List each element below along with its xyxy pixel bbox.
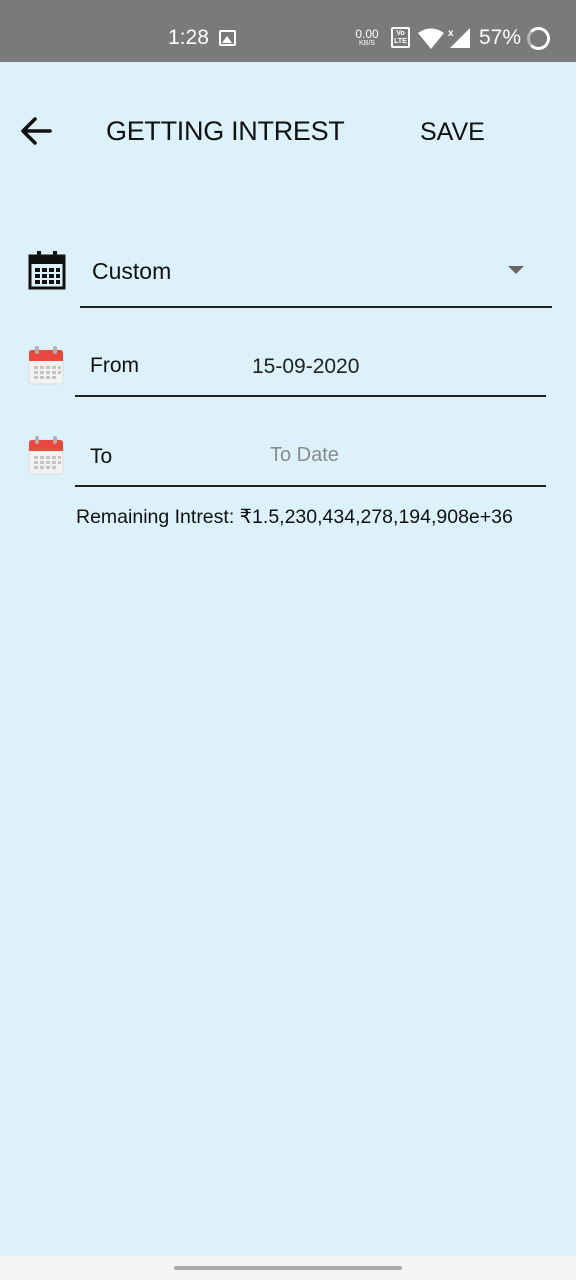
to-date-placeholder: To Date: [270, 444, 339, 466]
signal-icon: x: [448, 28, 470, 48]
navigation-bar: [0, 1256, 576, 1280]
battery-percent: 57%: [479, 26, 522, 49]
period-selected-value: Custom: [92, 258, 172, 284]
volte-icon: Vo LTE: [391, 27, 410, 48]
status-bar: 1:28 0.00 KB/S Vo LTE x 57%: [0, 0, 576, 62]
home-gesture-handle[interactable]: [174, 1266, 402, 1270]
volte-top: Vo: [396, 30, 405, 37]
to-label: To: [90, 445, 113, 468]
wifi-icon: [418, 28, 444, 49]
network-speed-value: 0.00: [355, 27, 379, 41]
status-time: 1:28: [168, 26, 209, 49]
calendar-to-icon[interactable]: [27, 435, 65, 475]
from-date-value: 15-09-2020: [252, 355, 360, 378]
back-arrow-icon[interactable]: [18, 114, 54, 148]
period-dropdown[interactable]: Custom: [80, 238, 552, 308]
gallery-icon: [219, 30, 236, 46]
from-label: From: [90, 354, 139, 377]
network-speed-unit: KB/S: [359, 40, 375, 47]
from-date-field[interactable]: From 15-09-2020: [75, 335, 546, 397]
chevron-down-icon: [508, 266, 524, 274]
volte-bottom: LTE: [394, 38, 407, 45]
remaining-interest: Remaining Intrest: ₹1.5,230,434,278,194,…: [76, 506, 513, 528]
save-button[interactable]: SAVE: [420, 118, 485, 147]
battery-ring-icon: [527, 27, 550, 50]
network-speed: 0.00 KB/S: [354, 28, 380, 47]
calendar-icon: [28, 251, 66, 290]
page-title: GETTING INTREST: [106, 116, 345, 146]
svg-text:x: x: [448, 28, 454, 39]
to-date-field[interactable]: To To Date: [75, 425, 546, 487]
calendar-from-icon[interactable]: [27, 345, 65, 385]
